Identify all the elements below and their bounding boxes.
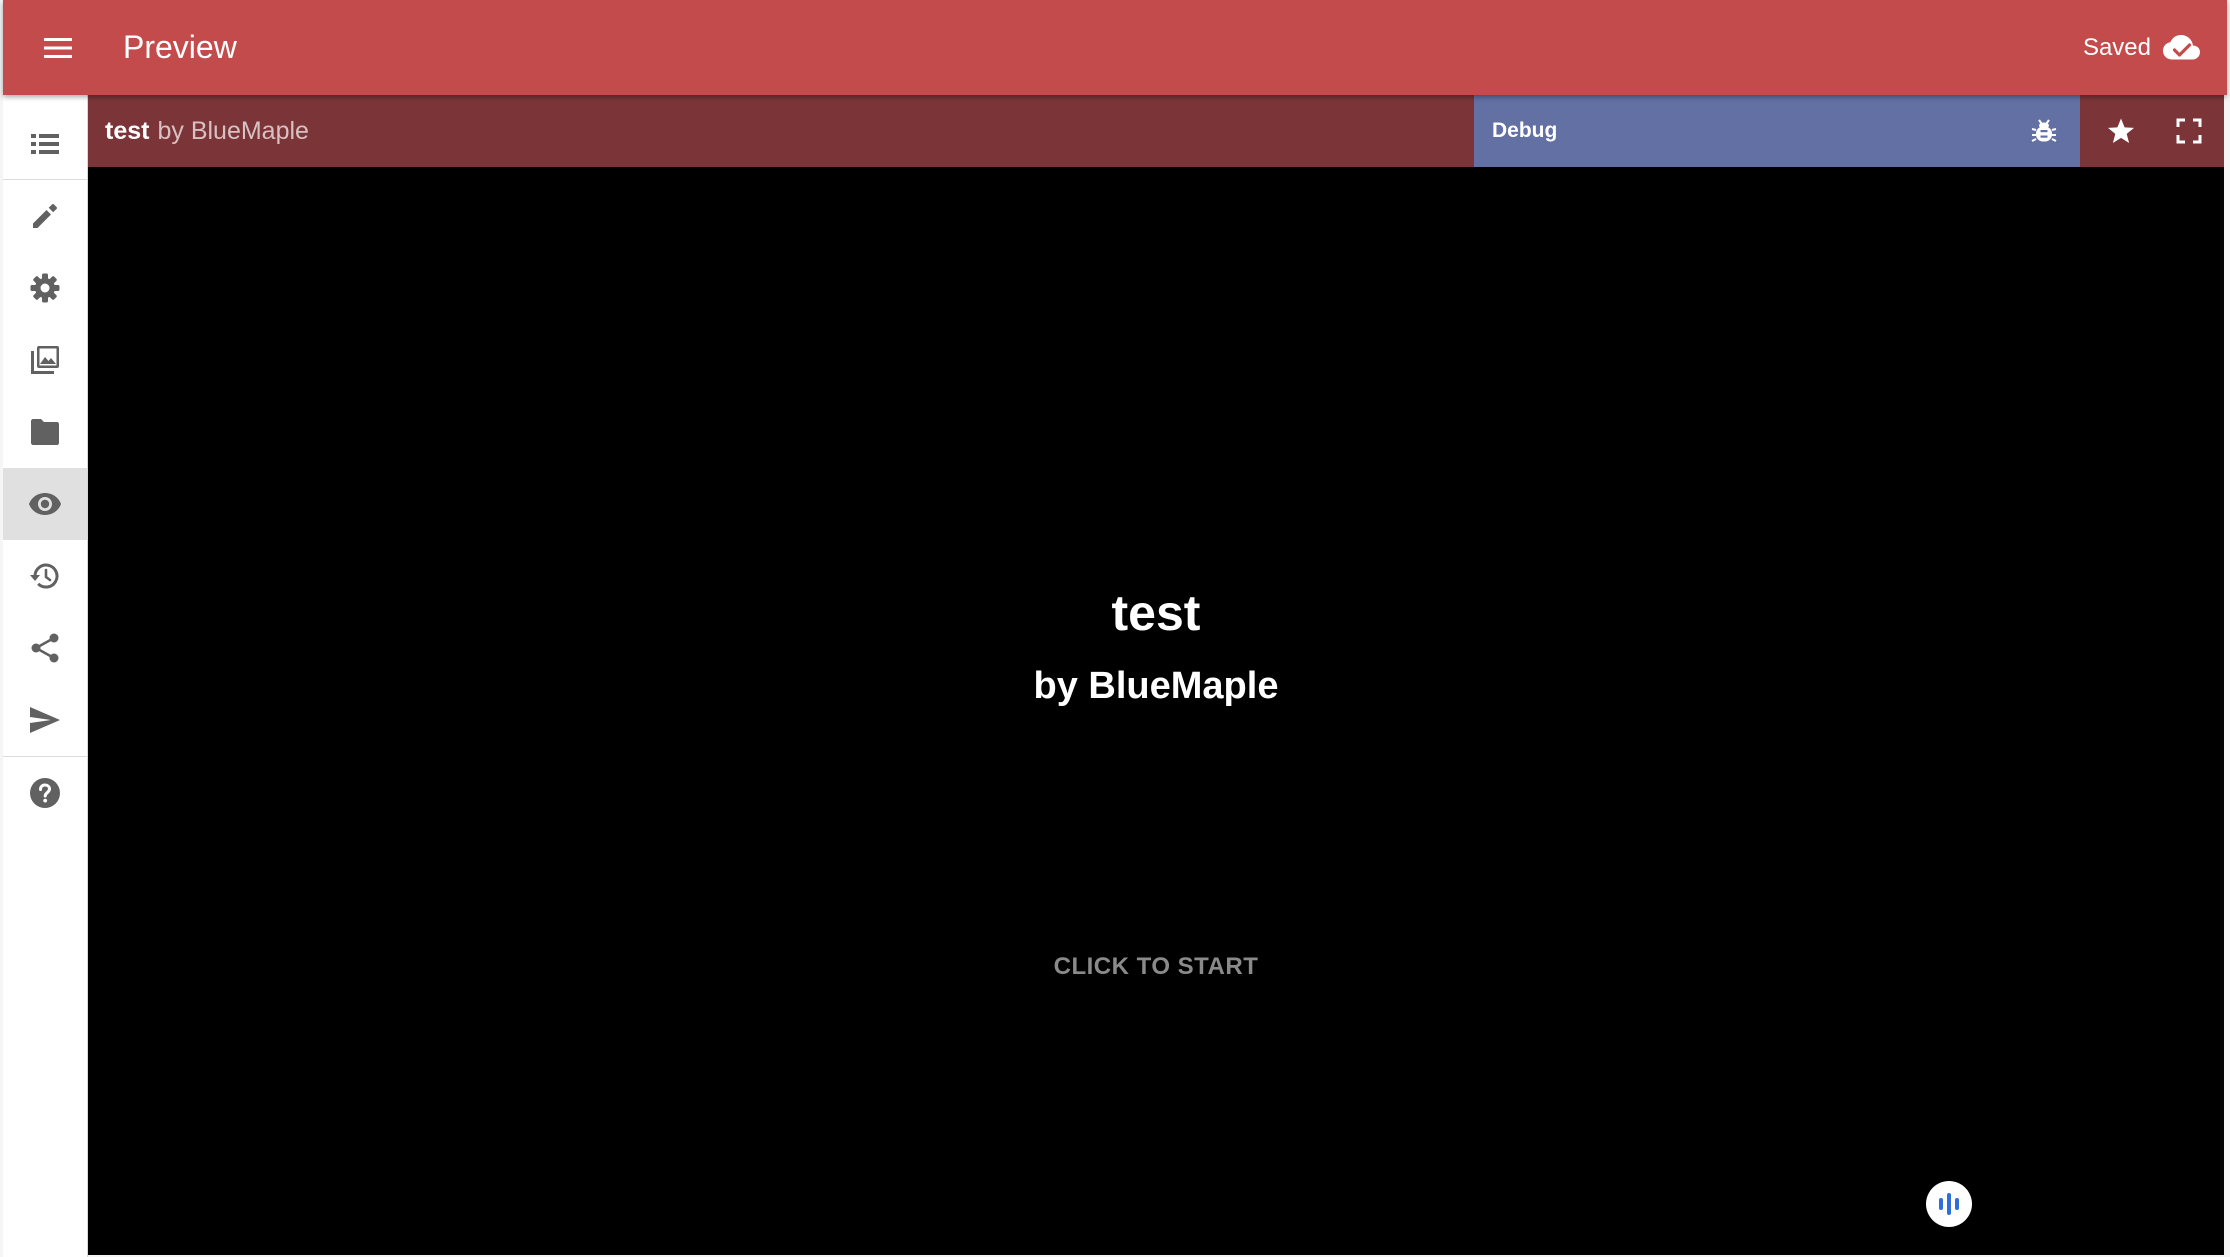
debug-button[interactable] — [2026, 113, 2062, 149]
game-title: test — [1111, 585, 1201, 641]
gear-icon — [30, 273, 60, 303]
audio-waveform-icon — [1939, 1193, 1959, 1215]
eye-icon — [29, 493, 61, 515]
top-app-bar: Preview Saved — [3, 0, 2227, 95]
sidebar-item-preview[interactable] — [3, 468, 87, 540]
sidebar-item-edit[interactable] — [3, 180, 87, 252]
images-icon — [31, 346, 59, 374]
sidebar-item-share[interactable] — [3, 612, 87, 684]
sidebar-item-images[interactable] — [3, 324, 87, 396]
sidebar-item-contents[interactable] — [3, 108, 87, 180]
story-title: test — [105, 117, 150, 145]
favorite-button[interactable] — [2103, 113, 2139, 149]
pencil-icon — [33, 204, 57, 228]
story-header-bar: test by BlueMaple Debug — [88, 95, 2224, 167]
save-status: Saved — [2083, 26, 2201, 70]
sidebar-item-publish[interactable] — [3, 684, 87, 756]
send-icon — [30, 707, 60, 733]
debug-label: Debug — [1492, 119, 1558, 142]
sidebar-item-settings[interactable] — [3, 252, 87, 324]
page-title: Preview — [123, 29, 237, 65]
share-icon — [31, 633, 59, 663]
history-icon — [30, 563, 59, 589]
help-icon — [30, 778, 60, 808]
audio-button[interactable] — [1926, 1181, 1972, 1227]
story-heading: test by BlueMaple — [105, 113, 309, 149]
star-icon — [2108, 118, 2134, 143]
hamburger-menu-icon — [44, 38, 72, 58]
sidebar-item-help[interactable] — [3, 757, 87, 829]
sidebar-item-files[interactable] — [3, 396, 87, 468]
save-status-label: Saved — [2082, 34, 2151, 61]
list-icon — [31, 134, 59, 154]
menu-button[interactable] — [36, 26, 80, 70]
debug-toggle[interactable]: Debug — [1474, 95, 2080, 167]
app-window: Preview Saved test by BlueMaple Debug te… — [0, 0, 2230, 1257]
bug-icon — [2031, 119, 2057, 142]
sidebar-item-history[interactable] — [3, 540, 87, 612]
fullscreen-button[interactable] — [2171, 113, 2207, 149]
sidebar — [3, 95, 88, 1257]
story-author: by BlueMaple — [157, 117, 309, 145]
preview-area: test by BlueMaple Debug test by BlueMapl… — [88, 95, 2224, 1255]
cloud-done-icon — [2163, 35, 2200, 60]
game-author: by BlueMaple — [1033, 665, 1279, 707]
fullscreen-icon — [2176, 118, 2202, 144]
click-to-start-button[interactable]: CLICK TO START — [88, 952, 2224, 982]
folder-icon — [31, 419, 59, 445]
